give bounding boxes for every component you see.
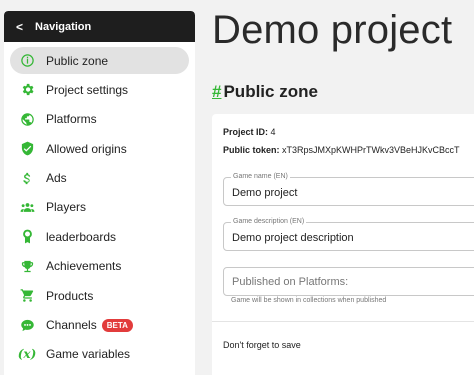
sidebar-item-channels[interactable]: Channels BETA <box>10 312 189 339</box>
public-token-label: Public token: <box>223 145 280 155</box>
section-anchor-link[interactable]: # <box>212 82 221 101</box>
beta-badge: BETA <box>101 318 133 332</box>
public-zone-card: Project ID: 4 Public token: xT3RpsJMXpKW… <box>212 114 474 375</box>
chat-icon <box>19 317 35 333</box>
award-icon <box>19 229 35 245</box>
game-description-label: Game description (EN) <box>231 218 307 225</box>
sidebar-item-public-zone[interactable]: Public zone <box>10 47 189 74</box>
info-icon <box>19 53 35 69</box>
sidebar-item-label: Platforms <box>46 112 97 127</box>
people-icon <box>19 199 35 215</box>
game-description-value: Demo project description <box>232 232 354 244</box>
globe-icon <box>19 111 35 127</box>
dollar-icon <box>19 170 35 186</box>
published-on-platforms-placeholder: Published on Platforms: <box>232 276 349 288</box>
shield-check-icon <box>19 141 35 157</box>
game-description-field[interactable]: Game description (EN) Demo project descr… <box>223 218 474 251</box>
trophy-icon <box>19 258 35 274</box>
sidebar-item-label: Products <box>46 288 94 303</box>
public-token-value: xT3RpsJMXpKWHPrTWkv3VBeHJKvCBccT <box>282 145 460 155</box>
gear-icon <box>19 82 35 98</box>
sidebar-item-label: Channels <box>46 318 97 333</box>
sidebar-item-label: Public zone <box>46 53 109 68</box>
sidebar-item-label: leaderboards <box>46 229 117 244</box>
page-title: Demo project <box>212 8 453 52</box>
project-id-label: Project ID: <box>223 127 269 137</box>
sidebar-item-leaderboards[interactable]: leaderboards <box>10 223 189 250</box>
sidebar-item-label: Players <box>46 200 87 215</box>
sidebar-item-label: Game variables <box>46 347 131 362</box>
sidebar-item-allowed-origins[interactable]: Allowed origins <box>10 135 189 162</box>
sidebar-header-label: Navigation <box>35 20 92 33</box>
published-on-platforms-select[interactable]: Published on Platforms: <box>223 267 474 296</box>
game-name-field[interactable]: Game name (EN) Demo project <box>223 173 474 206</box>
chevron-left-icon[interactable]: < <box>16 20 23 34</box>
project-id-line: Project ID: 4 <box>223 127 276 137</box>
sidebar-item-label: Allowed origins <box>46 141 127 156</box>
sidebar-item-platforms[interactable]: Platforms <box>10 106 189 133</box>
public-token-line: Public token: xT3RpsJMXpKWHPrTWkv3VBeHJK… <box>223 145 460 155</box>
game-name-label: Game name (EN) <box>231 173 290 180</box>
sidebar-item-products[interactable]: Products <box>10 282 189 309</box>
published-helper-text: Game will be shown in collections when p… <box>231 297 387 304</box>
sidebar: < Navigation Public zone Project setting… <box>4 11 195 375</box>
sidebar-item-achievements[interactable]: Achievements <box>10 253 189 280</box>
section-title-text: Public zone <box>223 82 318 101</box>
sidebar-item-label: Ads <box>46 171 67 186</box>
sidebar-item-project-settings[interactable]: Project settings <box>10 76 189 103</box>
project-id-value: 4 <box>270 127 276 137</box>
nav-list: Public zone Project settings Platforms A… <box>4 42 195 368</box>
sidebar-item-game-variables[interactable]: (x) Game variables <box>10 341 189 368</box>
game-name-value: Demo project <box>232 187 298 199</box>
sidebar-item-ads[interactable]: Ads <box>10 165 189 192</box>
divider <box>212 321 474 322</box>
save-reminder: Don't forget to save <box>223 340 301 350</box>
sidebar-item-players[interactable]: Players <box>10 194 189 221</box>
variable-icon: (x) <box>17 347 37 362</box>
cart-icon <box>19 288 35 304</box>
sidebar-item-label: Project settings <box>46 82 129 97</box>
section-title: # Public zone <box>212 82 318 102</box>
sidebar-item-label: Achievements <box>46 259 122 274</box>
sidebar-header[interactable]: < Navigation <box>4 11 195 42</box>
